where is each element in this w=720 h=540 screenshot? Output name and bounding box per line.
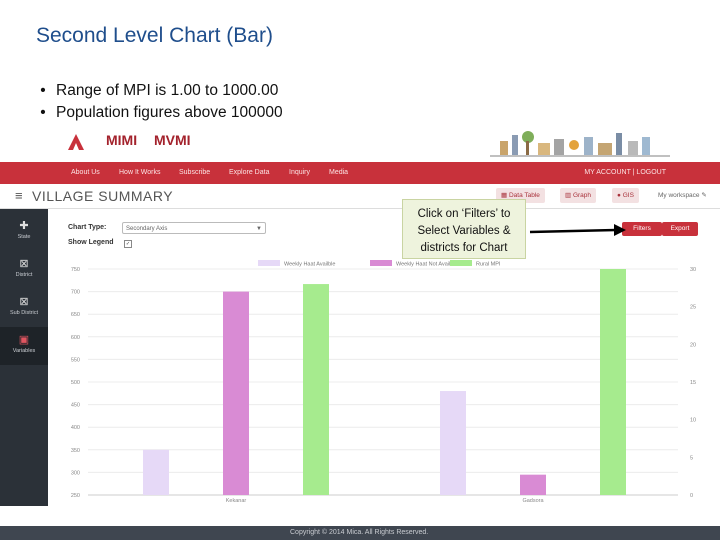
left-axis-tick-label: 450	[71, 403, 80, 409]
cross-icon: ✚	[19, 220, 29, 232]
left-axis-tick-label: 700	[71, 290, 80, 296]
chevron-down-icon: ▼	[256, 226, 262, 232]
legend-label: Weekly Haat Not Availabe	[396, 262, 459, 268]
page-subheader: ≡ VILLAGE SUMMARY ▦ Data Table ▥ Graph ●…	[0, 184, 720, 209]
mica-logo-icon	[64, 134, 94, 156]
nav-about-us[interactable]: About Us	[71, 162, 100, 184]
filters-callout: Click on ‘Filters’ to Select Variables &…	[402, 199, 526, 259]
data-table-label: Data Table	[508, 192, 540, 199]
left-axis-tick-label: 550	[71, 357, 80, 363]
mvmi-logo: MVMI	[154, 132, 191, 148]
callout-arrow-icon	[529, 224, 626, 236]
bullet-list: • Range of MPI is 1.00 to 1000.00 • Popula…	[30, 80, 283, 124]
show-legend-checkbox[interactable]: ✓	[124, 240, 132, 248]
bullet-item: • Population figures above 100000	[40, 104, 283, 121]
nav-explore-data[interactable]: Explore Data	[229, 162, 269, 184]
mimi-logo: MIMI	[106, 132, 138, 148]
page-title: VILLAGE SUMMARY	[32, 188, 174, 204]
copyright-text: Copyright © 2014 Mica. All Rights Reserv…	[290, 529, 429, 536]
left-axis-tick-label: 650	[71, 312, 80, 318]
legend-swatch	[370, 260, 392, 266]
nav-subscribe[interactable]: Subscribe	[179, 162, 210, 184]
sidebar-item-label: State	[17, 234, 31, 240]
account-logout-link[interactable]: MY ACCOUNT | LOGOUT	[584, 162, 666, 184]
right-axis-tick-label: 30	[690, 267, 696, 273]
map-icon: ⊠	[19, 296, 29, 308]
sidebar-item-label: Variables	[12, 348, 36, 354]
logos: MIMI MVMI	[62, 130, 202, 160]
export-button[interactable]: Export	[662, 222, 698, 236]
nav-media[interactable]: Media	[329, 162, 348, 184]
bar	[600, 269, 626, 495]
sidebar: ✚ State ⊠ District ⊠ Sub District ▣ Vari…	[0, 209, 48, 506]
callout-line: Click on ‘Filters’ to	[417, 208, 511, 220]
nav-inquiry[interactable]: Inquiry	[289, 162, 310, 184]
legend-label: Rural MPI	[476, 262, 501, 268]
graph-label: Graph	[572, 192, 592, 199]
bullet-text: Range of MPI is 1.00 to 1000.00	[56, 82, 279, 99]
right-axis-tick-label: 20	[690, 342, 696, 348]
bar	[520, 474, 546, 495]
sidebar-item-sub-district[interactable]: ⊠ Sub District	[0, 289, 48, 327]
variables-icon: ▣	[18, 334, 30, 346]
right-axis-tick-label: 0	[690, 493, 693, 499]
left-axis-tick-label: 600	[71, 335, 80, 341]
left-axis-tick-label: 500	[71, 380, 80, 386]
right-axis-tick-label: 15	[690, 380, 696, 386]
callout-line: districts for Chart	[420, 242, 508, 254]
sidebar-item-variables[interactable]: ▣ Variables	[0, 327, 48, 365]
bar	[143, 449, 169, 495]
show-legend-label: Show Legend	[68, 239, 114, 246]
sidebar-item-label: Sub District	[9, 310, 39, 316]
bar-chart: 750 700 650 600 550 500 450 400 350 300 250 30 25 20 1…	[71, 260, 696, 504]
gis-button[interactable]: ● GIS	[612, 188, 639, 203]
legend-label: Weekly Haat Availble	[284, 262, 335, 268]
hamburger-menu-icon[interactable]: ≡	[15, 189, 23, 202]
category-label: Gadsora	[522, 498, 544, 504]
left-axis-tick-label: 750	[71, 267, 80, 273]
my-workspace-link[interactable]: My workspace ✎	[658, 188, 707, 203]
bullet-item: • Range of MPI is 1.00 to 1000.00	[40, 82, 279, 99]
edit-icon: ✎	[701, 192, 707, 199]
gis-label: GIS	[622, 192, 634, 199]
sidebar-item-state[interactable]: ✚ State	[0, 213, 48, 251]
callout-line: Select Variables &	[417, 225, 511, 237]
right-axis-tick-label: 10	[690, 418, 696, 424]
legend-swatch	[258, 260, 280, 266]
footer: Copyright © 2014 Mica. All Rights Reserv…	[0, 526, 720, 540]
sidebar-item-district[interactable]: ⊠ District	[0, 251, 48, 289]
nav-how-it-works[interactable]: How It Works	[119, 162, 161, 184]
filters-button[interactable]: Filters	[622, 222, 662, 236]
map-icon: ⊠	[19, 258, 29, 270]
decorative-skyline-icon	[490, 131, 670, 157]
left-axis-tick-label: 350	[71, 448, 80, 454]
legend-swatch	[450, 260, 472, 266]
workspace-label: My workspace	[658, 192, 700, 199]
left-axis-tick-label: 400	[71, 425, 80, 431]
bar-chart-icon: ▥	[565, 192, 573, 199]
graph-button[interactable]: ▥ Graph	[560, 188, 597, 203]
bar	[223, 291, 249, 495]
sidebar-item-label: District	[15, 272, 33, 278]
top-navbar: About Us How It Works Subscribe Explore …	[0, 162, 720, 184]
chart-type-value: Secondary Axis	[126, 226, 168, 232]
right-axis-tick-label: 25	[690, 305, 696, 311]
left-axis-tick-label: 300	[71, 470, 80, 476]
bullet-text: Population figures above 100000	[56, 104, 283, 121]
category-label: Kekanar	[226, 498, 247, 504]
slide-title: Second Level Chart (Bar)	[36, 24, 273, 47]
bar	[440, 391, 466, 495]
bar	[303, 284, 329, 495]
right-axis-tick-label: 5	[690, 455, 693, 461]
table-icon: ▦	[501, 192, 509, 199]
chart-type-select[interactable]: Secondary Axis ▼	[122, 222, 266, 234]
left-axis-tick-label: 250	[71, 493, 80, 499]
chart-type-label: Chart Type:	[68, 224, 107, 231]
